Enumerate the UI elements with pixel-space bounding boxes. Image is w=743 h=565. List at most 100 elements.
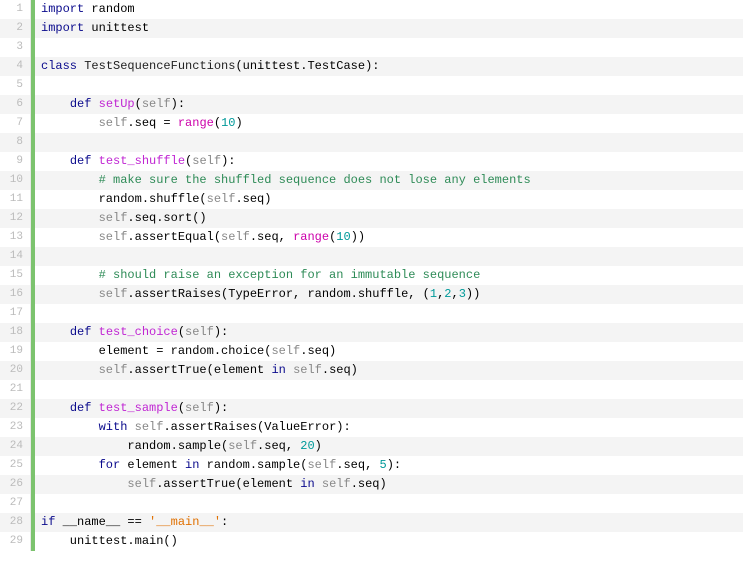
code-token: def [70,325,99,339]
line-number: 11 [0,190,30,209]
code-token: ( [178,325,185,339]
code-token: ( [135,97,142,111]
code-line[interactable] [35,494,743,513]
code-token: )) [351,230,365,244]
code-line[interactable] [35,76,743,95]
code-line[interactable]: self.assertTrue(element in self.seq) [35,475,743,494]
code-token [41,116,99,130]
code-token: ( [178,401,185,415]
code-line[interactable]: with self.assertRaises(ValueError): [35,418,743,437]
code-token: range [178,116,214,130]
code-token: # make sure the shuffled sequence does n… [99,173,531,187]
code-token [41,420,99,434]
line-number: 5 [0,76,30,95]
line-number: 10 [0,171,30,190]
code-token: import [41,2,91,16]
code-token: self [271,344,300,358]
code-line[interactable]: import random [35,0,743,19]
code-line[interactable]: def test_sample(self): [35,399,743,418]
code-line[interactable]: element = random.choice(self.seq) [35,342,743,361]
code-line[interactable]: self.assertRaises(TypeError, random.shuf… [35,285,743,304]
code-token: random.sample( [41,439,228,453]
code-token: .assertRaises(TypeError, random.shuffle,… [127,287,429,301]
code-token: self [135,420,164,434]
code-token: self [207,192,236,206]
code-token: self [293,363,322,377]
code-line[interactable]: # make sure the shuffled sequence does n… [35,171,743,190]
code-line[interactable] [35,133,743,152]
code-token: ): [171,97,185,111]
code-token: self [99,116,128,130]
code-token: .seq, [257,439,300,453]
code-token: self [185,325,214,339]
code-line[interactable]: for element in random.sample(self.seq, 5… [35,456,743,475]
code-token: 20 [300,439,314,453]
code-token [41,325,70,339]
code-line[interactable]: import unittest [35,19,743,38]
code-token: .assertRaises(ValueError): [163,420,350,434]
code-line[interactable]: random.shuffle(self.seq) [35,190,743,209]
code-token: ): [214,401,228,415]
code-token: self [185,401,214,415]
line-number: 13 [0,228,30,247]
code-area[interactable]: import randomimport unittest class TestSe… [35,0,743,551]
code-line[interactable]: if __name__ == '__main__': [35,513,743,532]
code-token: .seq, [336,458,379,472]
code-token: .seq.sort() [127,211,206,225]
code-line[interactable] [35,304,743,323]
code-token: in [271,363,293,377]
code-token: unittest.main() [41,534,178,548]
code-token: , [451,287,458,301]
code-line[interactable]: self.seq.sort() [35,209,743,228]
line-number: 14 [0,247,30,266]
code-line[interactable]: def test_shuffle(self): [35,152,743,171]
code-token: self [127,477,156,491]
line-number: 4 [0,57,30,76]
code-line[interactable] [35,38,743,57]
line-number-gutter: 1234567891011121314151617181920212223242… [0,0,31,551]
code-token: for [99,458,128,472]
code-token: .seq, [250,230,293,244]
code-token: .seq) [300,344,336,358]
code-line[interactable]: def test_choice(self): [35,323,743,342]
code-token: ) [235,116,242,130]
line-number: 25 [0,456,30,475]
code-line[interactable]: # should raise an exception for an immut… [35,266,743,285]
code-token [41,268,99,282]
code-line[interactable]: unittest.main() [35,532,743,551]
code-token: self [99,230,128,244]
code-token: 10 [221,116,235,130]
code-line[interactable]: self.assertEqual(self.seq, range(10)) [35,228,743,247]
code-token: self [99,211,128,225]
code-line[interactable]: self.seq = range(10) [35,114,743,133]
code-token: 1 [430,287,437,301]
code-token [41,97,70,111]
code-line[interactable]: random.sample(self.seq, 20) [35,437,743,456]
code-token: 5 [380,458,387,472]
line-number: 26 [0,475,30,494]
code-token: .assertTrue(element [127,363,271,377]
code-token: .assertTrue(element [156,477,300,491]
line-number: 20 [0,361,30,380]
code-line[interactable]: class TestSequenceFunctions(unittest.Tes… [35,57,743,76]
line-number: 3 [0,38,30,57]
code-token: class [41,59,84,73]
code-line[interactable] [35,247,743,266]
code-token: element [127,458,185,472]
code-token: element = random.choice( [41,344,271,358]
code-token: self [192,154,221,168]
code-editor[interactable]: 1234567891011121314151617181920212223242… [0,0,743,551]
code-token: ): [214,325,228,339]
code-token [41,363,99,377]
code-token: if [41,515,63,529]
line-number: 7 [0,114,30,133]
code-token: ) [315,439,322,453]
code-line[interactable]: self.assertTrue(element in self.seq) [35,361,743,380]
code-token: self [221,230,250,244]
code-token: __name__ == [63,515,149,529]
code-line[interactable] [35,380,743,399]
code-line[interactable]: def setUp(self): [35,95,743,114]
code-token: range [293,230,329,244]
line-number: 1 [0,0,30,19]
line-number: 6 [0,95,30,114]
